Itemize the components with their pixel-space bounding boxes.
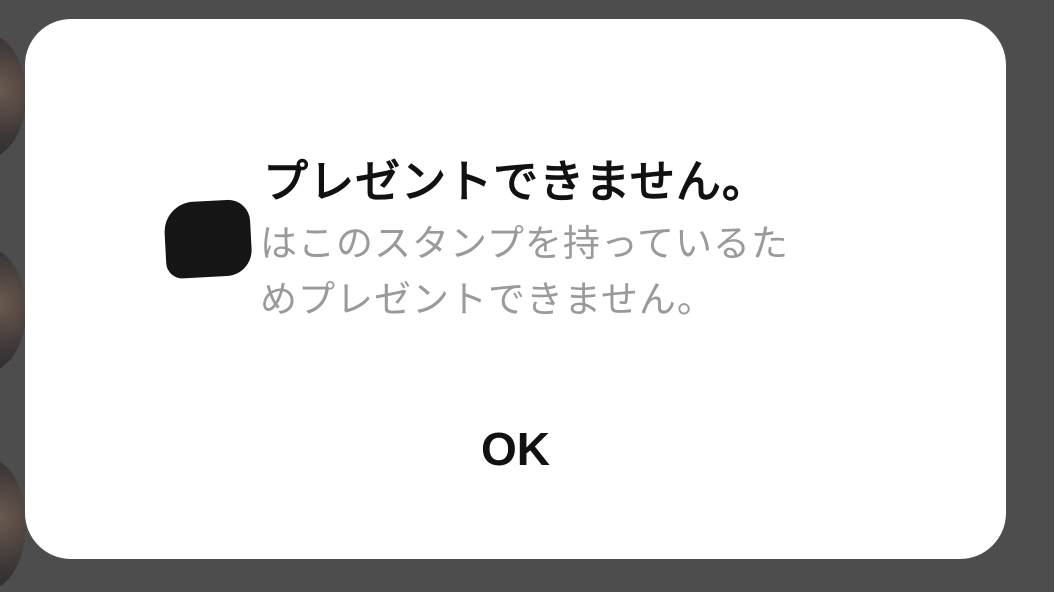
ok-button[interactable]: OK: [25, 409, 1006, 489]
dialog-message: はこのスタンプを持っているた めプレゼントできません。: [260, 216, 900, 328]
screen-edge: [1054, 0, 1063, 592]
dialog-message-line: めプレゼントできません。: [260, 278, 715, 321]
dialog-message-line: はこのスタンプを持っているた: [260, 222, 790, 265]
alert-dialog: プレゼントできません。 はこのスタンプを持っているた めプレゼントできません。 …: [25, 19, 1006, 559]
redaction-mark: [163, 198, 253, 280]
dialog-title: プレゼントできません。: [263, 155, 768, 208]
app-screen: プレゼントできません。 はこのスタンプを持っているた めプレゼントできません。 …: [0, 0, 1063, 592]
